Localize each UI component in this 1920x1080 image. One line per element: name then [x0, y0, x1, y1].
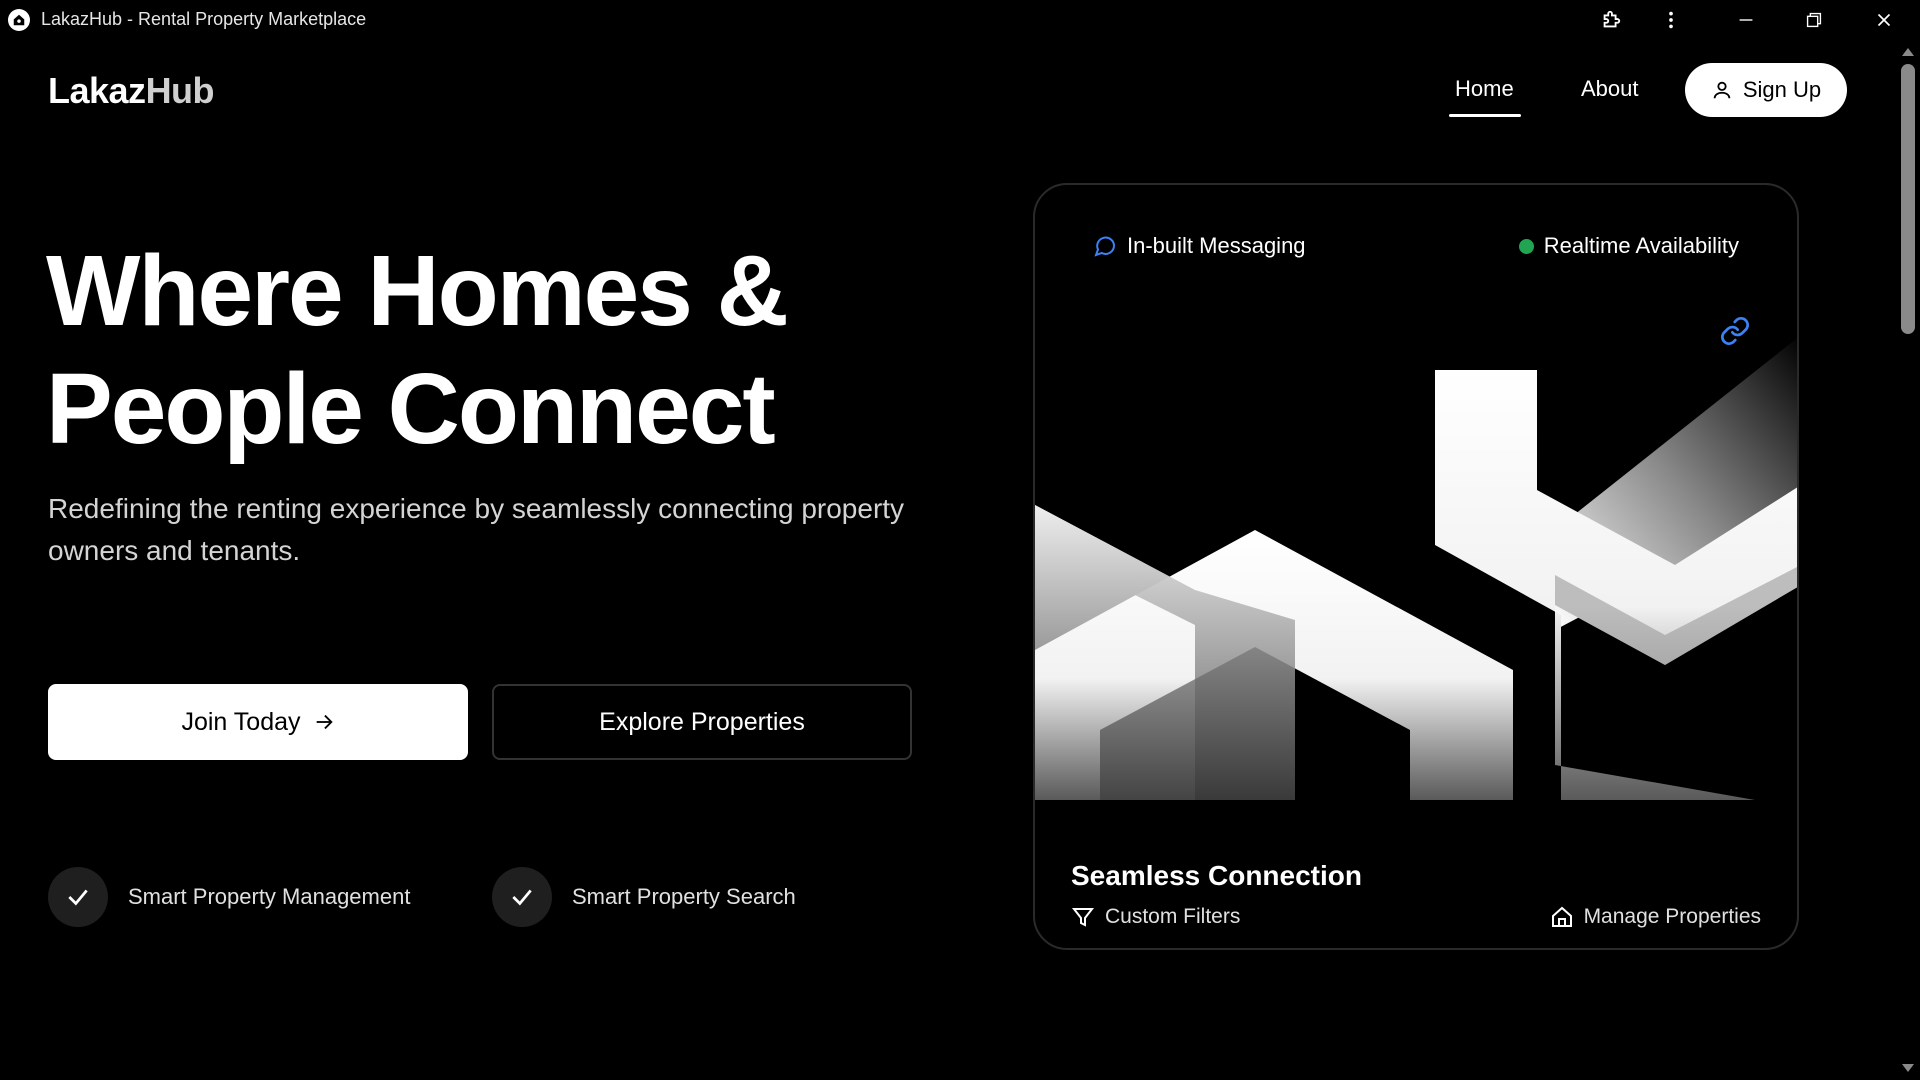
custom-filters-item: Custom Filters	[1071, 905, 1240, 929]
join-today-label: Join Today	[181, 707, 301, 736]
message-icon	[1094, 236, 1116, 257]
minimize-icon[interactable]	[1718, 0, 1774, 40]
join-today-button[interactable]: Join Today	[48, 684, 468, 760]
feature-label: Smart Property Management	[128, 884, 411, 909]
home-icon	[1551, 906, 1572, 927]
title-bar: LakazHub - Rental Property Marketplace	[0, 0, 1920, 40]
feature-smart-search: Smart Property Search	[492, 867, 796, 927]
more-icon[interactable]	[1643, 0, 1699, 40]
feature-card: In-built Messaging Realtime Availability	[1033, 183, 1799, 950]
in-built-messaging-badge: In-built Messaging	[1093, 233, 1306, 259]
sign-up-button[interactable]: Sign Up	[1685, 63, 1847, 117]
scroll-down-icon[interactable]	[1902, 1064, 1914, 1072]
user-icon	[1713, 81, 1731, 99]
nav-home[interactable]: Home	[1455, 76, 1514, 102]
hero-title-line-1: Where Homes &	[46, 235, 789, 347]
nav-about[interactable]: About	[1581, 76, 1639, 102]
filter-icon	[1071, 908, 1095, 927]
close-icon[interactable]	[1856, 0, 1912, 40]
hero-subtitle: Redefining the renting experience by sea…	[48, 493, 905, 566]
messaging-label: In-built Messaging	[1127, 233, 1306, 258]
check-icon	[48, 867, 108, 927]
realtime-availability-badge: Realtime Availability	[1518, 233, 1739, 259]
status-dot-icon	[1518, 238, 1534, 254]
check-icon	[492, 867, 552, 927]
arrow-right-icon	[316, 714, 333, 730]
manage-properties-label: Manage Properties	[1583, 905, 1761, 928]
sign-up-label: Sign Up	[1742, 77, 1822, 102]
explore-properties-label: Explore Properties	[599, 707, 805, 736]
vertical-scrollbar[interactable]	[1896, 40, 1920, 1080]
availability-label: Realtime Availability	[1543, 233, 1739, 258]
nav-active-indicator	[1449, 114, 1521, 117]
scroll-thumb[interactable]	[1901, 64, 1915, 334]
card-title: Seamless Connection	[1071, 860, 1362, 891]
manage-properties-item: Manage Properties	[1550, 905, 1761, 929]
restore-icon[interactable]	[1786, 0, 1842, 40]
feature-label: Smart Property Search	[572, 884, 796, 909]
extensions-icon[interactable]	[1583, 0, 1639, 40]
hero-title-line-2: People Connect	[46, 353, 776, 465]
logo[interactable]: LakazHub	[48, 70, 215, 112]
custom-filters-label: Custom Filters	[1105, 905, 1241, 928]
explore-properties-button[interactable]: Explore Properties	[492, 684, 912, 760]
app-icon	[8, 9, 30, 31]
scroll-up-icon[interactable]	[1902, 48, 1914, 56]
window-title: LakazHub - Rental Property Marketplace	[41, 9, 367, 29]
logo-hub: Hub	[145, 70, 215, 111]
houses-illustration	[1035, 338, 1797, 800]
hero-title: Where Homes & People Connect	[46, 232, 946, 468]
logo-lakaz: Lakaz	[48, 70, 146, 111]
feature-smart-management: Smart Property Management	[48, 867, 410, 927]
